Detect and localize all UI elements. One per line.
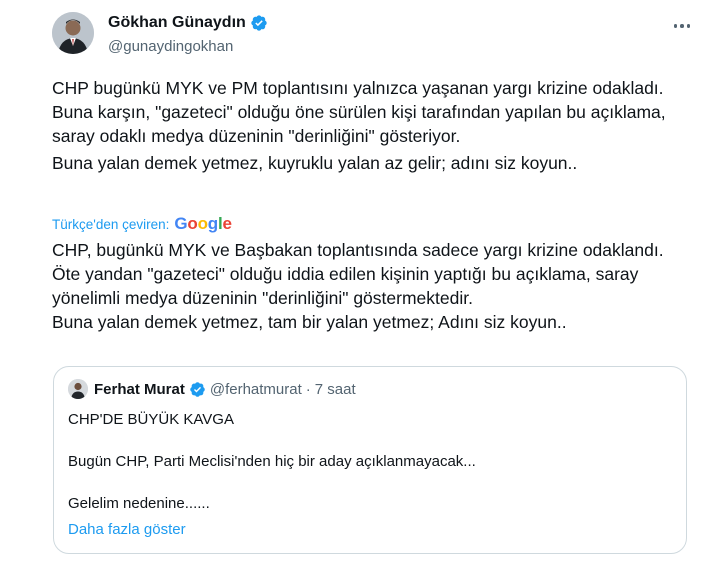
quoted-tweet[interactable]: Ferhat Murat @ferhatmurat · 7 saat CHP'D… <box>53 366 687 554</box>
quoted-header: Ferhat Murat @ferhatmurat · 7 saat <box>94 381 356 398</box>
translated-line: Buna yalan demek yetmez, tam bir yalan y… <box>52 312 567 332</box>
quoted-author-avatar <box>68 379 88 399</box>
quoted-timestamp: 7 saat <box>314 381 356 398</box>
author-avatar[interactable] <box>52 12 94 54</box>
separator-dot: · <box>305 381 311 398</box>
show-more-link[interactable]: Daha fazla göster <box>68 521 186 538</box>
translated-line: CHP, bugünkü MYK ve Başbakan toplantısın… <box>52 240 664 260</box>
quoted-line <box>68 472 476 493</box>
google-logo-icon: Google <box>174 214 232 233</box>
verified-badge-icon <box>190 382 205 397</box>
quoted-line: CHP'DE BÜYÜK KAVGA <box>68 411 234 428</box>
quoted-text: CHP'DE BÜYÜK KAVGA Bugün CHP, Parti Mecl… <box>68 409 476 514</box>
quoted-author-name: Ferhat Murat <box>94 381 185 398</box>
quoted-line: Bugün CHP, Parti Meclisi'nden hiç bir ad… <box>68 453 476 470</box>
verified-badge-icon <box>251 15 267 31</box>
tweet-line: Buna karşın, "gazeteci" olduğu öne sürül… <box>52 102 671 146</box>
translated-text: CHP, bugünkü MYK ve Başbakan toplantısın… <box>52 238 682 334</box>
tweet-line: Buna yalan demek yetmez, kuyruklu yalan … <box>52 153 578 173</box>
translated-line: Öte yandan "gazeteci" olduğu iddia edile… <box>52 264 639 308</box>
quoted-line: Gelelim nedenine...... <box>68 495 210 512</box>
author-handle[interactable]: @gunaydingokhan <box>108 38 233 55</box>
translation-attribution[interactable]: Türkçe'den çeviren: Google <box>52 214 232 234</box>
quoted-line <box>68 430 476 451</box>
tweet-text: CHP bugünkü MYK ve PM toplantısını yalnı… <box>52 76 682 175</box>
more-horizontal-icon <box>673 24 678 28</box>
quoted-author-handle: @ferhatmurat <box>209 381 302 398</box>
translation-label: Türkçe'den çeviren: <box>52 216 170 232</box>
author-name[interactable]: Gökhan Günaydın <box>108 14 246 32</box>
author-name-row: Gökhan Günaydın <box>108 14 268 32</box>
tweet-line: CHP bugünkü MYK ve PM toplantısını yalnı… <box>52 78 664 98</box>
more-options-button[interactable] <box>668 14 696 38</box>
